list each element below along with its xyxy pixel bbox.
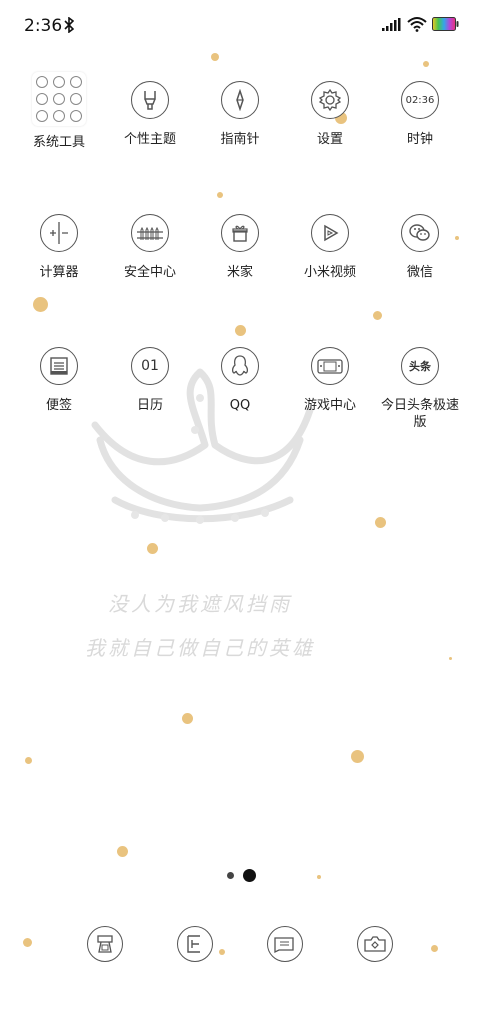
message-icon [274, 937, 294, 954]
decor-dot [351, 750, 364, 763]
app-mijia[interactable]: 米家 [195, 214, 285, 281]
decor-dot [182, 713, 193, 724]
app-label: 安全中心 [123, 265, 176, 280]
app-label: 指南针 [220, 132, 260, 147]
app-label: 时钟 [406, 132, 433, 147]
app-compass[interactable]: 指南针 [195, 81, 285, 148]
app-mi-video[interactable]: 小米视频 [285, 214, 375, 281]
signal-icon [382, 18, 401, 31]
penguin-icon [221, 347, 259, 385]
calendar-icon-text: 01 [141, 358, 159, 374]
dock-phone[interactable] [87, 926, 123, 962]
decor-dot [317, 875, 321, 879]
gamepad-icon [311, 347, 349, 385]
app-calendar[interactable]: 01 日历 [105, 347, 195, 414]
wechat-icon [401, 214, 439, 252]
clock-icon: 02:36 [401, 81, 439, 119]
app-wechat[interactable]: 微信 [375, 214, 465, 281]
calculator-icon [40, 214, 78, 252]
app-qq[interactable]: QQ [195, 347, 285, 414]
compass-icon [221, 81, 259, 119]
wallpaper-slogan-1: 没人为我遮风挡雨 [108, 592, 292, 616]
brush-icon [131, 81, 169, 119]
wallpaper-slogan-2: 我就自己做自己的英雄 [85, 636, 315, 660]
gear-icon [311, 81, 349, 119]
wifi-icon [407, 17, 427, 32]
decor-dot [373, 311, 382, 320]
decor-dot [217, 192, 223, 198]
app-label: 今日头条极速版 [380, 398, 459, 430]
app-theme[interactable]: 个性主题 [105, 81, 195, 148]
app-label: 米家 [226, 265, 253, 280]
fence-icon [131, 214, 169, 252]
note-icon [40, 347, 78, 385]
status-bar: 2:36 [0, 0, 480, 52]
decor-dot [431, 945, 438, 952]
app-label: 系统工具 [32, 135, 85, 150]
page-dot[interactable] [227, 872, 234, 879]
news-icon-text: 头条 [409, 360, 431, 373]
app-settings[interactable]: 设置 [285, 81, 375, 148]
battery-icon [432, 17, 459, 31]
app-security-center[interactable]: 安全中心 [105, 214, 195, 281]
play-icon [311, 214, 349, 252]
app-notes[interactable]: 便签 [14, 347, 104, 414]
dock-messages[interactable] [267, 926, 303, 962]
app-label: 个性主题 [123, 132, 176, 147]
decor-dot [117, 846, 128, 857]
decor-dot [211, 53, 219, 61]
clock-icon-text: 02:36 [405, 94, 435, 106]
decor-dot [219, 949, 225, 955]
decor-dot [449, 657, 452, 660]
app-system-tools-folder[interactable]: 系统工具 [14, 72, 104, 151]
decor-dot [147, 543, 158, 554]
app-label: 日历 [136, 398, 163, 413]
decor-dot [33, 297, 48, 312]
app-label: 小米视频 [303, 265, 356, 280]
app-label: QQ [229, 398, 251, 413]
app-game-center[interactable]: 游戏中心 [285, 347, 375, 414]
decor-dot [25, 757, 32, 764]
app-label: 计算器 [39, 265, 79, 280]
app-clock[interactable]: 02:36 时钟 [375, 81, 465, 148]
gift-icon [221, 214, 259, 252]
status-time: 2:36 [24, 16, 63, 36]
app-toutiao-lite[interactable]: 头条 今日头条极速版 [375, 347, 465, 431]
page-dot-active[interactable] [243, 869, 256, 882]
calendar-icon: 01 [131, 347, 169, 385]
decor-dot [423, 61, 429, 67]
app-label: 便签 [45, 398, 72, 413]
contacts-icon [187, 935, 200, 953]
decor-dot [23, 938, 32, 947]
bluetooth-icon [64, 17, 74, 33]
news-icon: 头条 [401, 347, 439, 385]
dock-contacts[interactable] [177, 926, 213, 962]
camera-icon [364, 936, 386, 952]
dock-camera[interactable] [357, 926, 393, 962]
app-calculator[interactable]: 计算器 [14, 214, 104, 281]
phone-icon [97, 935, 113, 953]
app-label: 游戏中心 [303, 398, 356, 413]
decor-dot [375, 517, 386, 528]
app-label: 设置 [316, 132, 343, 147]
app-label: 微信 [406, 265, 433, 280]
decor-dot [235, 325, 246, 336]
folder-icon [32, 72, 86, 126]
